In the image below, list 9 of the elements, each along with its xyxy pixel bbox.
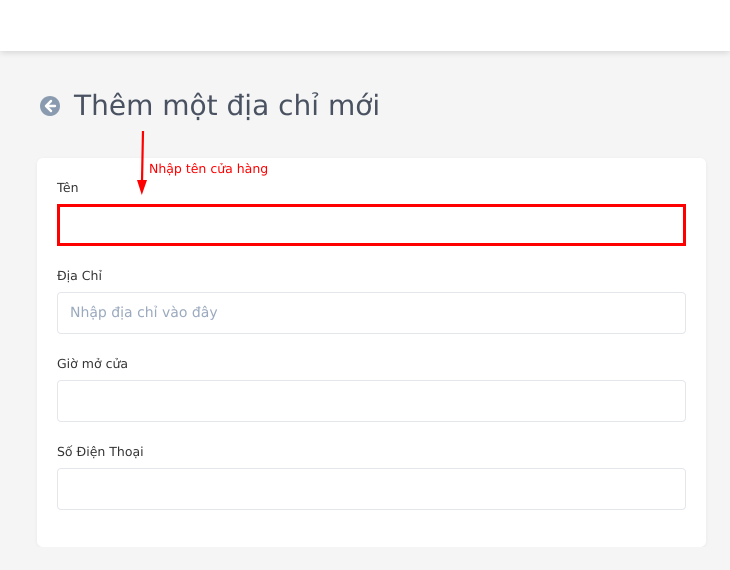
annotation-text: Nhập tên cửa hàng <box>149 161 268 176</box>
field-label: Số Điện Thoại <box>57 444 145 459</box>
back-icon[interactable] <box>40 96 60 116</box>
field-label: Địa Chỉ <box>57 268 103 283</box>
field-label: Tên <box>57 180 80 195</box>
field-label: Giờ mở cửa <box>57 356 130 371</box>
annotation-arrow <box>136 130 148 196</box>
input-field[interactable] <box>57 204 686 246</box>
page-title: Thêm một địa chỉ mới <box>74 89 380 122</box>
